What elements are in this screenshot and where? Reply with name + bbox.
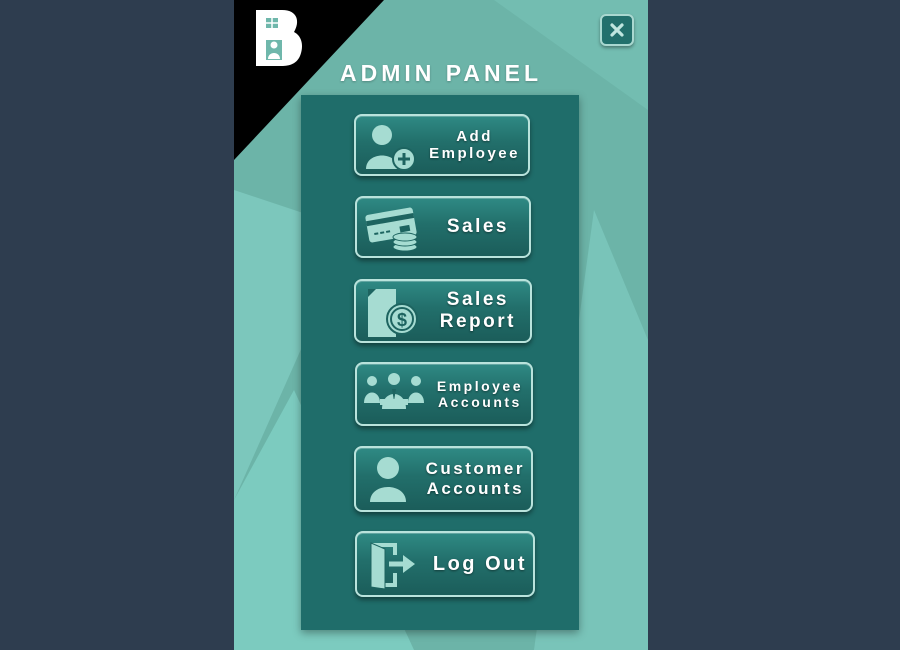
customer-icon — [370, 457, 406, 502]
close-button[interactable] — [600, 14, 634, 46]
log-out-button[interactable]: Log Out — [355, 531, 535, 597]
employee-accounts-button[interactable]: Employee Accounts — [355, 362, 533, 426]
sales-report-label-line1: Sales — [446, 289, 509, 311]
employee-accounts-label-line1: Employee — [436, 377, 523, 394]
add-employee-label-line2: Employee — [429, 145, 520, 162]
sales-button[interactable]: Sales — [355, 196, 531, 258]
add-user-icon — [366, 125, 416, 171]
add-employee-label-line1: Add — [456, 127, 493, 145]
sales-label: Sales — [446, 216, 509, 238]
credit-card-coins-icon — [365, 207, 418, 252]
dollar-report-icon: $ — [368, 289, 418, 337]
add-employee-button[interactable]: Add Employee — [354, 114, 530, 176]
log-out-label: Log Out — [432, 552, 527, 575]
menu-panel: Add Employee Sales $ Sales Report Employ… — [301, 95, 579, 630]
page-title: ADMIN PANEL — [339, 60, 542, 86]
customer-accounts-button[interactable]: Customer Accounts — [354, 446, 533, 512]
close-icon — [610, 23, 624, 37]
brand-logo-icon — [256, 10, 302, 66]
employee-accounts-label-line2: Accounts — [438, 394, 522, 410]
customer-accounts-label-line1: Customer — [425, 459, 525, 479]
sales-report-button[interactable]: $ Sales Report — [354, 279, 532, 343]
sales-report-label-line2: Report — [439, 311, 516, 332]
team-icon — [364, 373, 424, 409]
exit-door-icon — [370, 542, 415, 589]
admin-app: ADMIN PANEL Add Employee Sales $ Sales R… — [234, 0, 648, 650]
svg-text:$: $ — [397, 310, 407, 330]
customer-accounts-label-line2: Accounts — [426, 479, 525, 498]
